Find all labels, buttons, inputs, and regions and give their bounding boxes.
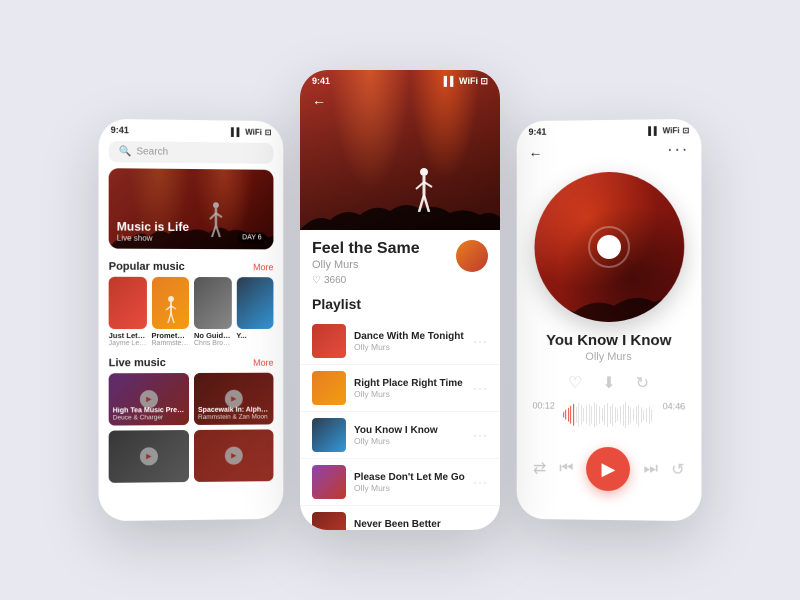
track-artist-3: Chris Brown [194, 340, 231, 347]
live-event-2[interactable]: ▶ Spacewalk In: Alpha Cen Rammstein & Za… [194, 373, 273, 425]
phone-home-screen: 9:41 ▌▌WiFi⊡ 🔍 Search [99, 119, 284, 521]
p3-like-icon[interactable]: ♡ [568, 373, 582, 393]
popular-music-grid: Just Let Go Jayme Lessio Prometheus Ramm… [99, 277, 284, 353]
popular-track-2[interactable]: Prometheus Rammstein & [151, 277, 189, 347]
p2-song-title: Feel the Same [312, 240, 420, 258]
track-name-3: No Guidance [194, 331, 231, 340]
p3-current-time: 00:12 [532, 401, 554, 429]
popular-track-3[interactable]: No Guidance Chris Brown [194, 277, 231, 347]
p2-track-name-4: Please Don't Let Me Go [354, 472, 465, 483]
p3-play-button[interactable]: ▶ [587, 447, 631, 491]
popular-section-title: Popular music [109, 261, 185, 273]
p2-track-thumb-4 [312, 465, 346, 499]
p2-track-thumb-5 [312, 512, 346, 530]
p2-track-thumb-2 [312, 371, 346, 405]
p2-playlist-title: Playlist [300, 292, 500, 318]
p3-song-artist: Olly Murs [517, 351, 702, 363]
hero-day-badge: DAY 6 [238, 232, 265, 243]
p2-track-name-2: Right Place Right Time [354, 378, 465, 389]
p3-prev-button[interactable]: ⏮ [559, 460, 573, 478]
p3-time: 9:41 [529, 127, 547, 137]
p2-track-name-5: Never Been Better [354, 519, 465, 530]
p3-time-row: 00:12 04:46 [532, 401, 685, 430]
p3-more-button[interactable]: ··· [667, 141, 689, 159]
p2-status-bar: 9:41 ▌▌ WiFi ⊡ [300, 76, 500, 87]
p2-track-menu-5[interactable]: ··· [473, 522, 488, 530]
p3-album-disc [534, 171, 684, 322]
p2-track-artist-4: Olly Murs [354, 483, 465, 493]
heart-icon: ♡ [312, 275, 321, 286]
p2-track-menu-3[interactable]: ··· [473, 428, 488, 442]
p2-playlist: Dance With Me Tonight Olly Murs ··· Righ… [300, 318, 500, 530]
p2-track-artist-3: Olly Murs [354, 436, 465, 446]
live-section-header: Live music More [99, 353, 284, 374]
p2-track-item-4[interactable]: Please Don't Let Me Go Olly Murs ··· [300, 459, 500, 506]
phone-now-playing-screen: 9:41 ▌▌WiFi⊡ ← ··· You [517, 119, 702, 521]
p3-status-bar: 9:41 ▌▌WiFi⊡ [517, 119, 702, 139]
p3-back-button[interactable]: ← [529, 144, 543, 160]
p2-track-item-3[interactable]: You Know I Know Olly Murs ··· [300, 412, 500, 459]
p3-repeat-button[interactable]: ↺ [671, 460, 685, 480]
p2-track-name-3: You Know I Know [354, 425, 465, 436]
status-icons-1: ▌▌WiFi⊡ [231, 127, 271, 136]
p2-status-icons: ▌▌ WiFi ⊡ [444, 76, 488, 87]
track-name-4: Y... [236, 331, 273, 340]
p3-status-icons: ▌▌WiFi⊡ [648, 125, 689, 135]
live-event-1[interactable]: ▶ High Tea Music Presents Deuce & Charge… [109, 373, 189, 426]
p2-track-menu-2[interactable]: ··· [473, 381, 488, 395]
p3-next-button[interactable]: ⏭ [644, 460, 658, 478]
p2-track-artist-2: Olly Murs [354, 389, 465, 399]
p2-track-menu-1[interactable]: ··· [473, 334, 488, 348]
p2-back-button[interactable]: ← [312, 92, 326, 108]
p3-total-time: 04:46 [663, 401, 686, 429]
search-placeholder: Search [136, 146, 168, 157]
p2-time: 9:41 [312, 76, 330, 87]
p3-song-title: You Know I Know [517, 332, 702, 349]
search-bar[interactable]: 🔍 Search [109, 141, 274, 164]
popular-section-header: Popular music More [99, 257, 284, 278]
p3-waveform[interactable] [563, 401, 655, 430]
p2-track-thumb-3 [312, 418, 346, 452]
p3-action-icons: ♡ ⬇ ↻ [517, 363, 702, 402]
p3-shuffle-button[interactable]: ⇄ [533, 458, 546, 478]
p2-hero: 9:41 ▌▌ WiFi ⊡ ← [300, 70, 500, 230]
p3-controls: ⇄ ⏮ ▶ ⏭ ↺ [517, 440, 702, 504]
p3-progress-area: 00:12 04:46 [517, 401, 702, 442]
p2-track-menu-4[interactable]: ··· [473, 475, 488, 489]
p3-header: ← ··· [517, 137, 702, 165]
p2-track-artist-5: Olly Murs [354, 530, 465, 531]
popular-more-btn[interactable]: More [253, 262, 273, 272]
p2-track-item-1[interactable]: Dance With Me Tonight Olly Murs ··· [300, 318, 500, 365]
track-artist-1: Jayme Lessio [109, 340, 147, 347]
live-music-grid: ▶ High Tea Music Presents Deuce & Charge… [99, 373, 284, 487]
hero-banner[interactable]: Music is Life Live show DAY 6 [109, 168, 274, 249]
p2-likes: ♡ 3660 [312, 275, 420, 286]
likes-count: 3660 [324, 275, 346, 286]
live-more-btn[interactable]: More [253, 358, 273, 368]
p3-share-icon[interactable]: ↻ [636, 373, 649, 393]
live-event-4[interactable]: ▶ [194, 429, 273, 482]
p2-track-name-1: Dance With Me Tonight [354, 331, 465, 342]
live-section-title: Live music [109, 357, 166, 369]
p2-song-artist: Olly Murs [312, 259, 420, 271]
p2-song-info: Feel the Same Olly Murs ♡ 3660 [300, 230, 500, 292]
phone-playlist-screen: 9:41 ▌▌ WiFi ⊡ ← Feel the Same Olly Murs… [300, 70, 500, 530]
p2-track-thumb-1 [312, 324, 346, 358]
live-event-3[interactable]: ▶ [109, 430, 189, 483]
p2-track-item-2[interactable]: Right Place Right Time Olly Murs ··· [300, 365, 500, 412]
p2-track-artist-1: Olly Murs [354, 342, 465, 352]
track-name-1: Just Let Go [109, 331, 147, 340]
time-1: 9:41 [111, 125, 129, 135]
p3-download-icon[interactable]: ⬇ [602, 373, 615, 393]
track-artist-2: Rammstein & [151, 340, 189, 347]
status-bar-1: 9:41 ▌▌WiFi⊡ [99, 119, 284, 139]
popular-track-1[interactable]: Just Let Go Jayme Lessio [109, 277, 147, 347]
p2-track-item-5[interactable]: Never Been Better Olly Murs ··· [300, 506, 500, 530]
search-icon: 🔍 [119, 146, 132, 157]
popular-track-4[interactable]: Y... [236, 277, 273, 347]
p2-artist-avatar [456, 240, 488, 272]
track-name-2: Prometheus [151, 331, 189, 340]
p3-disc-container [517, 163, 702, 332]
